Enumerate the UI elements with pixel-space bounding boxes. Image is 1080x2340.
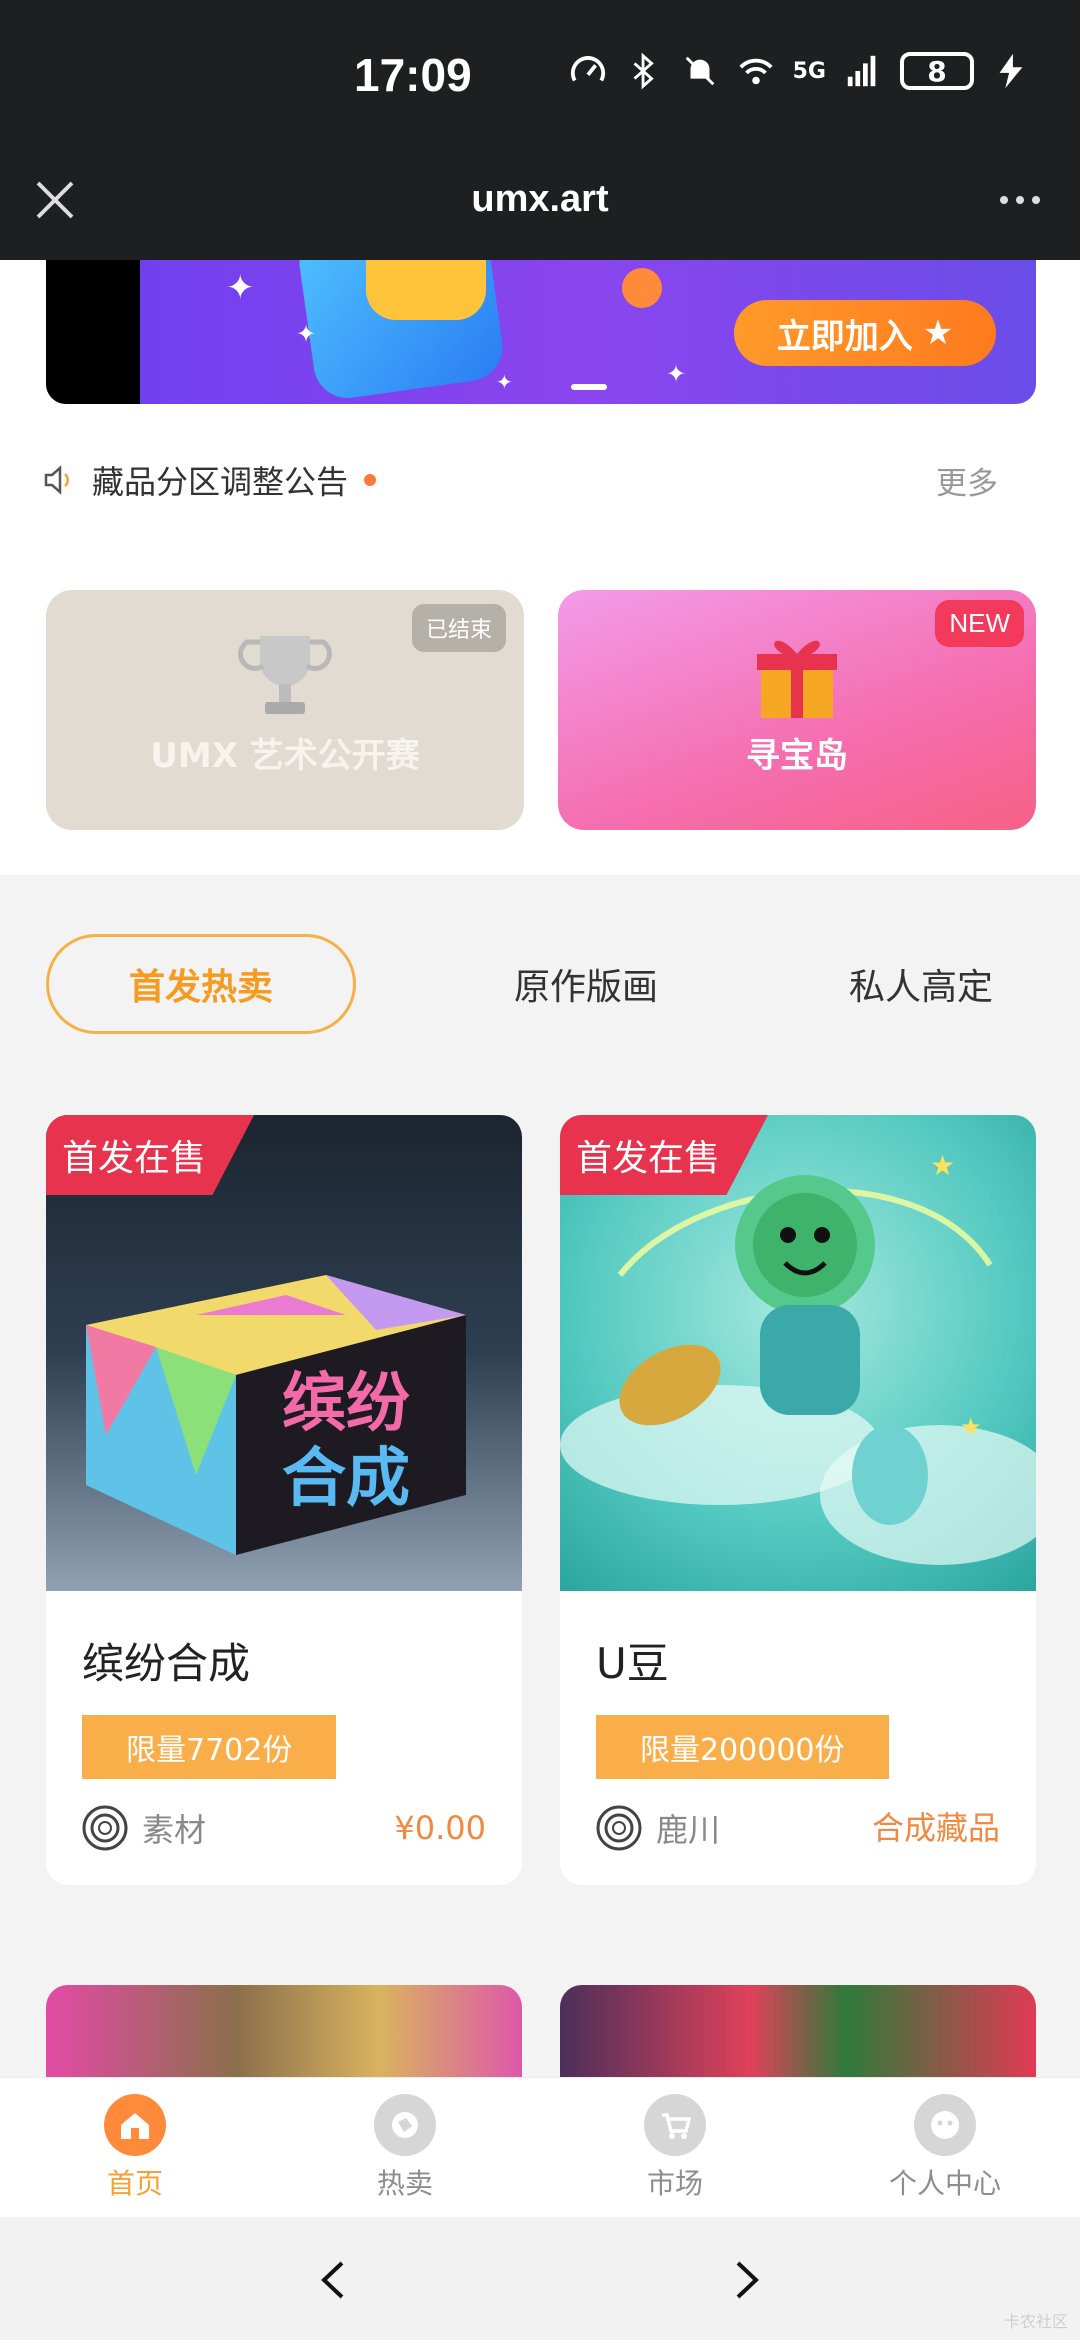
- price: ¥0.00: [394, 1809, 486, 1847]
- product-card-peek[interactable]: [46, 1985, 522, 2080]
- price: 合成藏品: [871, 1809, 1000, 1847]
- speaker-icon: [44, 465, 69, 495]
- gift-icon: [757, 640, 837, 718]
- limited-quantity-badge: 限量200000份: [596, 1715, 889, 1779]
- star-icon: ✦: [666, 360, 687, 388]
- box-text-line1: 缤纷: [282, 1367, 410, 1441]
- nav-hot-label: 热卖: [376, 2166, 433, 2200]
- star-icon: ★: [960, 1413, 982, 1441]
- bluetooth-icon: [633, 52, 654, 90]
- profile-icon: [914, 2093, 976, 2156]
- network-label: 5G: [792, 58, 826, 84]
- banner-orb: [622, 268, 662, 308]
- tab-private-custom[interactable]: 私人高定: [766, 934, 1076, 1034]
- mute-icon: [685, 56, 714, 86]
- star-icon: ✦: [296, 320, 317, 348]
- product-card-peek[interactable]: [560, 1985, 1036, 2080]
- art-contest-card[interactable]: 已结束 UMX 艺术公开赛: [46, 590, 524, 830]
- bottom-nav: 首页 热卖 市场 个人中心: [0, 2077, 1080, 2217]
- banner-chat-graphic-2: [366, 260, 486, 320]
- product-name: 缤纷合成: [82, 1639, 251, 1688]
- watermark: 卡农社区: [1003, 2312, 1068, 2331]
- nav-profile-label: 个人中心: [888, 2166, 1001, 2200]
- browser-header: umx.art: [0, 150, 1080, 260]
- signal-icon: [847, 55, 876, 87]
- author-info: 素材: [82, 1805, 206, 1851]
- join-now-label: 立即加入: [776, 316, 913, 357]
- join-now-button[interactable]: 立即加入 ★: [734, 300, 996, 366]
- author-name: 素材: [142, 1811, 207, 1849]
- forward-arrow-icon[interactable]: [720, 2255, 770, 2305]
- promo-banner[interactable]: ✦ ✦ ✦ ✦ 立即加入 ★: [46, 260, 1036, 404]
- nav-market[interactable]: 市场: [540, 2078, 810, 2217]
- art-contest-title: UMX 艺术公开赛: [150, 736, 420, 776]
- author-info: 鹿川: [596, 1805, 720, 1851]
- star-icon: ★: [922, 313, 954, 353]
- back-arrow-icon[interactable]: [310, 2255, 360, 2305]
- top-section: ✦ ✦ ✦ ✦ 立即加入 ★ 藏品分区调整公告 更多 已结束 UMX 艺术公开赛…: [0, 260, 1080, 875]
- nav-home-label: 首页: [106, 2166, 163, 2200]
- browser-nav-bar: 卡农社区: [0, 2217, 1080, 2340]
- home-icon: [104, 2093, 166, 2156]
- product-card[interactable]: 缤纷 合成 首发在售 缤纷合成 限量7702份 素材 ¥0.00: [46, 1115, 522, 1885]
- notice-bar[interactable]: 藏品分区调整公告 更多: [42, 445, 1032, 515]
- more-options-icon[interactable]: [990, 180, 1050, 220]
- unread-dot: [364, 474, 377, 486]
- treasure-island-card[interactable]: NEW 寻宝岛: [558, 590, 1036, 830]
- category-tabs: 首发热卖 原作版画 私人高定: [46, 934, 1036, 1034]
- star-icon: ✦: [496, 370, 513, 394]
- product-card[interactable]: ★ ★ 首发在售 U豆 限量200000份 鹿川 合成藏品: [560, 1115, 1036, 1885]
- tab-original-prints[interactable]: 原作版画: [431, 934, 741, 1034]
- charging-icon: [999, 53, 1023, 89]
- wifi-icon: [739, 58, 773, 85]
- box-text-line2: 合成: [282, 1442, 410, 1516]
- nav-home[interactable]: 首页: [0, 2078, 270, 2217]
- status-time: 17:09: [354, 49, 472, 101]
- battery-indicator: 8: [900, 52, 974, 90]
- product-name: U豆: [596, 1639, 669, 1688]
- banner-page-indicator: [571, 384, 607, 390]
- author-name: 鹿川: [656, 1811, 721, 1849]
- status-bar: 17:09 5G 8: [0, 0, 1080, 150]
- cart-icon: [644, 2093, 706, 2156]
- notice-more-link[interactable]: 更多: [936, 458, 998, 503]
- tab-first-release[interactable]: 首发热卖: [46, 934, 356, 1034]
- trophy-icon: [238, 636, 332, 714]
- avatar: [82, 1805, 128, 1851]
- nav-hot[interactable]: 热卖: [270, 2078, 540, 2217]
- treasure-island-title: 寻宝岛: [746, 736, 848, 776]
- status-icons: 5G 8: [569, 52, 1030, 90]
- star-icon: ★: [930, 1149, 955, 1182]
- ended-badge: 已结束: [411, 604, 506, 652]
- nav-profile[interactable]: 个人中心: [810, 2078, 1080, 2217]
- fire-icon: [374, 2093, 436, 2156]
- notice-text: 藏品分区调整公告: [92, 463, 349, 501]
- nav-market-label: 市场: [646, 2166, 703, 2200]
- avatar: [596, 1805, 642, 1851]
- page-title: umx.art: [471, 178, 609, 220]
- banner-edge: [46, 260, 140, 404]
- star-icon: ✦: [226, 268, 255, 308]
- speed-icon: [570, 56, 605, 82]
- new-badge: NEW: [935, 600, 1024, 647]
- limited-quantity-badge: 限量7702份: [82, 1715, 337, 1779]
